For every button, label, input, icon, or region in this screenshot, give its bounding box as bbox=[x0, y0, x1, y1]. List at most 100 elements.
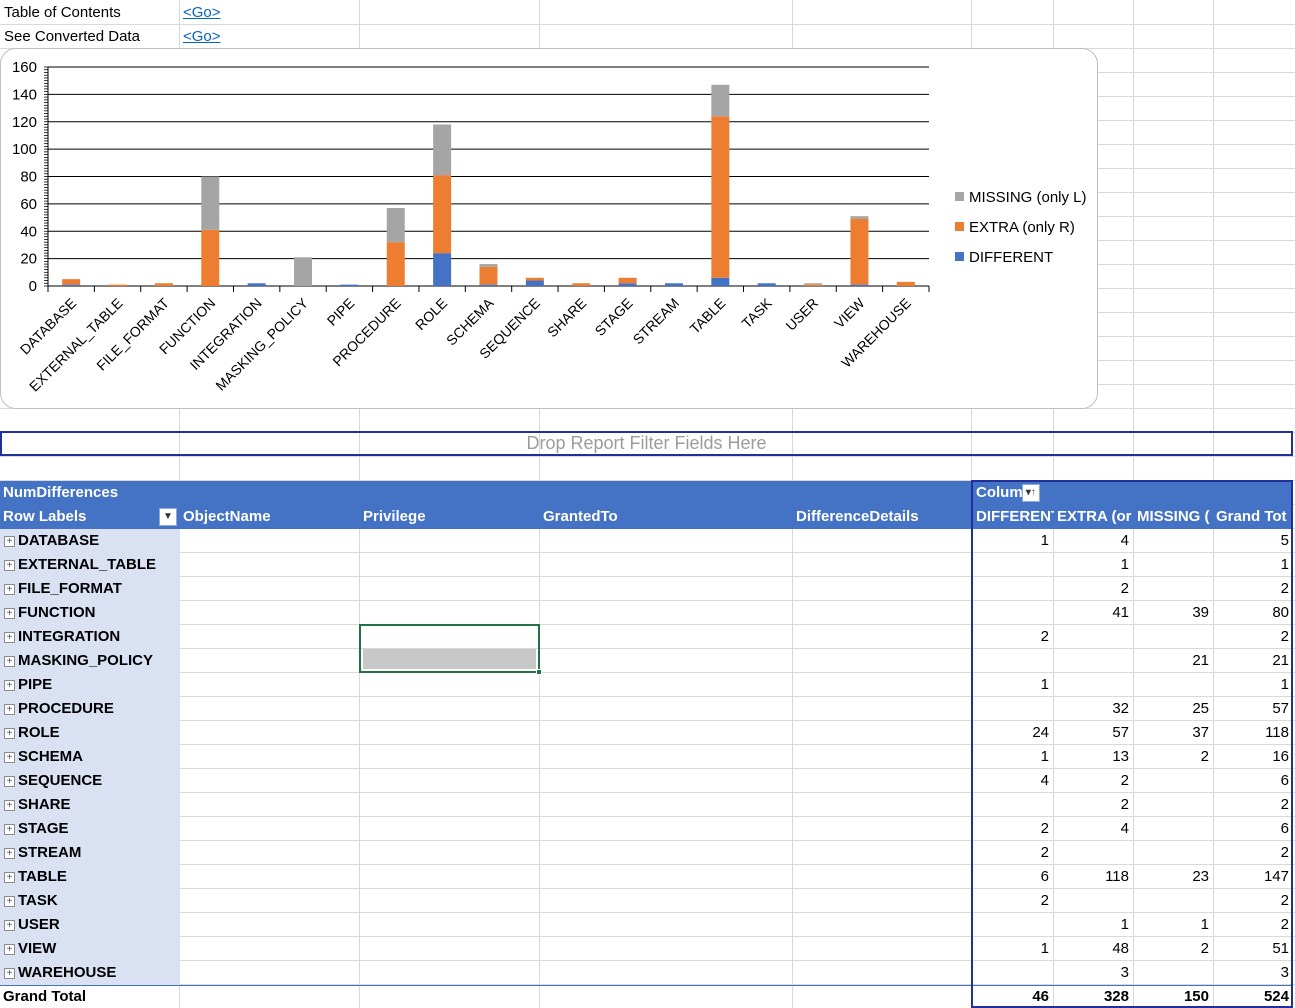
row-labels-header[interactable]: Row Labels bbox=[3, 505, 153, 529]
expand-icon[interactable]: + bbox=[4, 848, 15, 859]
expand-icon[interactable]: + bbox=[4, 584, 15, 595]
row-item[interactable]: + FUNCTION bbox=[4, 601, 96, 625]
expand-icon[interactable]: + bbox=[4, 680, 15, 691]
expand-icon[interactable]: + bbox=[4, 824, 15, 835]
field-header-privilege[interactable]: Privilege bbox=[363, 505, 533, 529]
expand-icon[interactable]: + bbox=[4, 704, 15, 715]
row-item[interactable]: + FILE_FORMAT bbox=[4, 577, 122, 601]
bar-segment bbox=[618, 277, 637, 284]
row-label-text: PROCEDURE bbox=[18, 700, 114, 717]
legend-item-extra[interactable]: EXTRA (only R) bbox=[955, 218, 1075, 238]
row-item[interactable]: + SHARE bbox=[4, 793, 71, 817]
chart-plot: 020406080100120140160DATABASEEXTERNAL_TA… bbox=[12, 59, 930, 395]
row-item[interactable]: + DATABASE bbox=[4, 529, 99, 553]
bar-segment bbox=[479, 284, 498, 286]
x-category-label: USER bbox=[782, 295, 821, 334]
converted-data-go-link[interactable]: <Go> bbox=[183, 25, 243, 49]
y-tick-label: 140 bbox=[12, 86, 37, 103]
bar-segment bbox=[201, 229, 220, 286]
expand-icon[interactable]: + bbox=[4, 776, 15, 787]
toc-go-link[interactable]: <Go> bbox=[183, 1, 243, 25]
stacked-bar-chart[interactable]: 0 20 40 60 80 100 120 140 160 DATABASE EXTERNAL_TA… bbox=[0, 48, 1098, 409]
field-header-objectname[interactable]: ObjectName bbox=[183, 505, 353, 529]
row-item[interactable]: + TABLE bbox=[4, 865, 67, 889]
legend-swatch-different bbox=[955, 252, 964, 261]
legend-item-different[interactable]: DIFFERENT bbox=[955, 248, 1053, 268]
row-label-text: STREAM bbox=[18, 844, 82, 861]
values-header[interactable]: NumDifferences bbox=[0, 481, 971, 505]
row-item[interactable]: + TASK bbox=[4, 889, 58, 913]
row-label-text: VIEW bbox=[18, 940, 57, 957]
y-tick-label: 80 bbox=[20, 169, 37, 186]
legend-label-extra: EXTRA (only R) bbox=[969, 219, 1075, 236]
expand-icon[interactable]: + bbox=[4, 872, 15, 883]
expand-icon[interactable]: + bbox=[4, 800, 15, 811]
y-tick-label: 160 bbox=[12, 59, 37, 76]
row-label-text: PIPE bbox=[18, 676, 53, 693]
bar-segment bbox=[804, 283, 823, 285]
row-item[interactable]: + INTEGRATION bbox=[4, 625, 120, 649]
row-label-text: SCHEMA bbox=[18, 748, 84, 765]
selected-cell[interactable] bbox=[359, 624, 542, 675]
row-item[interactable]: + STAGE bbox=[4, 817, 69, 841]
legend-label-different: DIFFERENT bbox=[969, 249, 1054, 266]
row-label-text: WAREHOUSE bbox=[18, 964, 117, 981]
expand-icon[interactable]: + bbox=[4, 632, 15, 643]
bar-segment bbox=[757, 283, 776, 286]
row-item[interactable]: + USER bbox=[4, 913, 60, 937]
bar-segment bbox=[711, 84, 730, 117]
expand-icon[interactable]: + bbox=[4, 536, 15, 547]
grand-total-label: Grand Total bbox=[3, 988, 87, 1005]
x-category-label: TABLE bbox=[687, 295, 729, 337]
field-header-grantedto[interactable]: GrantedTo bbox=[543, 505, 783, 529]
gridline-horizontal bbox=[0, 456, 1295, 457]
expand-icon[interactable]: + bbox=[4, 728, 15, 739]
x-category-label: STAGE bbox=[592, 295, 636, 339]
row-item[interactable]: + EXTERNAL_TABLE bbox=[4, 553, 156, 577]
legend-item-missing[interactable]: MISSING (only L) bbox=[955, 188, 1087, 208]
expand-icon[interactable]: + bbox=[4, 656, 15, 667]
report-filter-drop-zone[interactable]: Drop Report Filter Fields Here bbox=[0, 431, 1293, 456]
fill-handle[interactable] bbox=[536, 669, 542, 675]
bar-segment bbox=[62, 284, 81, 286]
expand-icon[interactable]: + bbox=[4, 608, 15, 619]
row-label-text: ROLE bbox=[18, 724, 60, 741]
bar-segment bbox=[433, 253, 452, 286]
bar-segment bbox=[340, 284, 359, 286]
row-item[interactable]: + ROLE bbox=[4, 721, 60, 745]
x-category-label: PIPE bbox=[324, 295, 358, 329]
expand-icon[interactable]: + bbox=[4, 560, 15, 571]
expand-icon[interactable]: + bbox=[4, 920, 15, 931]
bar-segment bbox=[572, 283, 591, 286]
x-category-label: STREAM bbox=[630, 295, 683, 348]
row-label-text: INTEGRATION bbox=[18, 628, 121, 645]
bar-segment bbox=[850, 216, 869, 219]
y-tick-label: 60 bbox=[20, 196, 37, 213]
expand-icon[interactable]: + bbox=[4, 944, 15, 955]
bar-segment bbox=[433, 124, 452, 176]
row-label-text: SHARE bbox=[18, 796, 71, 813]
bar-segment bbox=[618, 283, 637, 286]
row-item[interactable]: + VIEW bbox=[4, 937, 56, 961]
row-item[interactable]: + MASKING_POLICY bbox=[4, 649, 153, 673]
row-item[interactable]: + SEQUENCE bbox=[4, 769, 102, 793]
row-item[interactable]: + PIPE bbox=[4, 673, 52, 697]
expand-icon[interactable]: + bbox=[4, 968, 15, 979]
bar-segment bbox=[664, 283, 683, 286]
row-label-text: EXTERNAL_TABLE bbox=[18, 556, 157, 573]
x-category-label: SHARE bbox=[544, 295, 589, 340]
row-item[interactable]: + SCHEMA bbox=[4, 745, 83, 769]
bar-segment bbox=[850, 218, 869, 285]
expand-icon[interactable]: + bbox=[4, 752, 15, 763]
bar-segment bbox=[711, 277, 730, 286]
row-item[interactable]: + PROCEDURE bbox=[4, 697, 114, 721]
legend-swatch-missing bbox=[955, 192, 964, 201]
row-item[interactable]: + WAREHOUSE bbox=[4, 961, 116, 985]
field-header-differencedetails[interactable]: DifferenceDetails bbox=[796, 505, 966, 529]
row-item[interactable]: + STREAM bbox=[4, 841, 81, 865]
bar-segment bbox=[247, 283, 266, 286]
row-label-text: SEQUENCE bbox=[18, 772, 103, 789]
expand-icon[interactable]: + bbox=[4, 896, 15, 907]
bar-segment bbox=[525, 280, 544, 286]
row-filter-icon[interactable]: ▼ bbox=[159, 508, 177, 526]
